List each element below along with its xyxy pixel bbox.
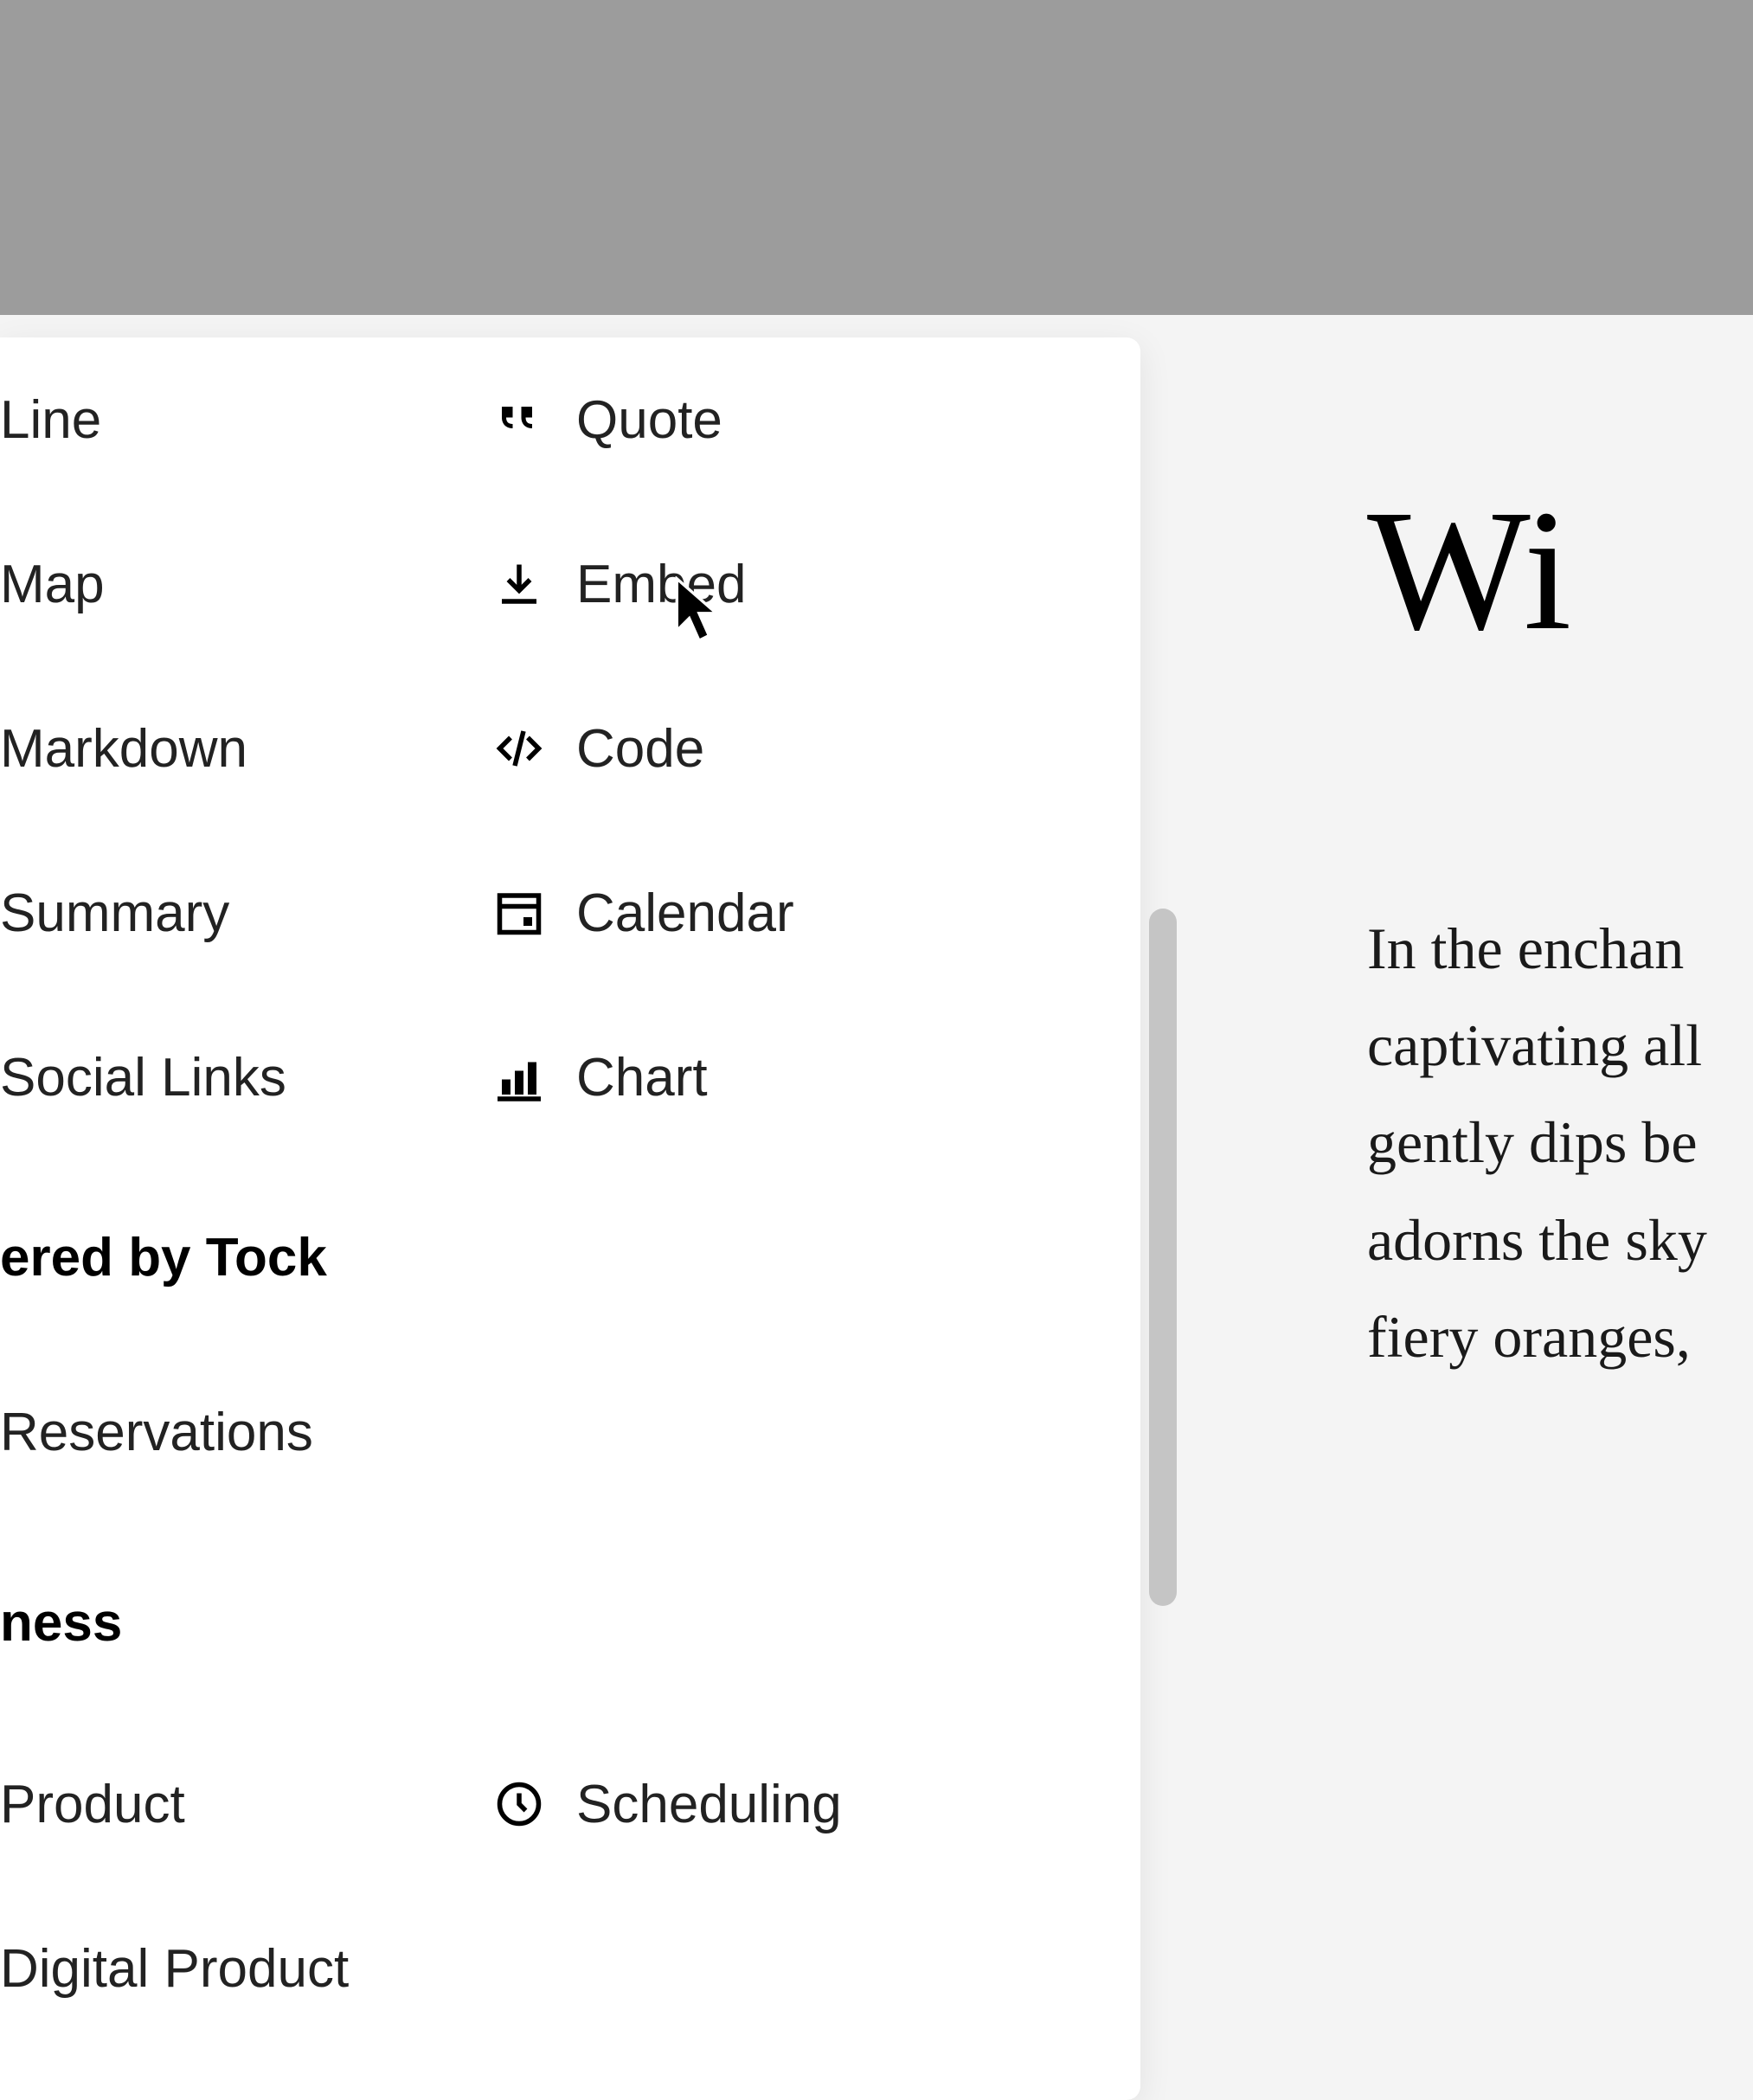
menu-item-label: Product xyxy=(0,1774,185,1835)
app-root: Line Map Markdown Summary Social Links e… xyxy=(0,0,1753,2100)
menu-item-label: Reservations xyxy=(0,1402,313,1463)
menu-item-label: Embed xyxy=(576,554,746,615)
menu-item-label: Markdown xyxy=(0,718,247,780)
code-icon xyxy=(493,722,545,774)
menu-item-summary[interactable]: Summary xyxy=(0,831,493,995)
menu-item-code[interactable]: Code xyxy=(493,666,1125,831)
menu-item-reservations[interactable]: Reservations xyxy=(0,1350,493,1514)
section-heading-tock: ered by Tock xyxy=(0,1227,327,1288)
menu-item-digital-product[interactable]: Digital Product xyxy=(0,1886,493,2051)
menu-item-label: Scheduling xyxy=(576,1774,842,1835)
menu-item-label: Line xyxy=(0,389,101,451)
section-heading-business: ness xyxy=(0,1592,122,1654)
menu-scrollbar-track[interactable] xyxy=(1149,337,1177,2100)
menu-item-label: Calendar xyxy=(576,883,794,944)
body-line: fiery oranges, xyxy=(1367,1288,1753,1385)
block-insert-menu[interactable]: Line Map Markdown Summary Social Links e… xyxy=(0,337,1140,2100)
body-line: gently dips be xyxy=(1367,1094,1753,1191)
menu-item-map[interactable]: Map xyxy=(0,502,493,666)
body-line: adorns the sky xyxy=(1367,1191,1753,1288)
quote-icon xyxy=(493,394,545,446)
menu-item-label: Chart xyxy=(576,1047,708,1108)
menu-scrollbar-thumb[interactable] xyxy=(1149,909,1177,1606)
body-line: In the enchan xyxy=(1367,900,1753,997)
menu-item-chart[interactable]: Chart xyxy=(493,995,1125,1159)
menu-item-embed[interactable]: Embed xyxy=(493,502,1125,666)
menu-item-label: Quote xyxy=(576,389,722,451)
menu-item-social-links[interactable]: Social Links xyxy=(0,995,493,1159)
menu-item-quote[interactable]: Quote xyxy=(493,337,1125,502)
menu-item-label: Digital Product xyxy=(0,1938,349,2000)
menu-item-calendar[interactable]: Calendar xyxy=(493,831,1125,995)
menu-item-label: Code xyxy=(576,718,704,780)
menu-item-label: Social Links xyxy=(0,1047,286,1108)
page-body: In the enchan captivating all gently dip… xyxy=(1367,900,1753,1385)
menu-item-line[interactable]: Line xyxy=(0,337,493,502)
menu-item-label: Map xyxy=(0,554,105,615)
window-chrome-backdrop xyxy=(0,0,1753,315)
page-preview: Wi In the enchan captivating all gently … xyxy=(1367,485,1753,1385)
body-line: captivating all xyxy=(1367,997,1753,1094)
menu-item-scheduling[interactable]: Scheduling xyxy=(493,1722,1125,1886)
download-icon xyxy=(493,558,545,610)
menu-item-markdown[interactable]: Markdown xyxy=(0,666,493,831)
menu-item-product[interactable]: Product xyxy=(0,1722,493,1886)
menu-item-label: Summary xyxy=(0,883,229,944)
calendar-icon xyxy=(493,887,545,939)
chart-icon xyxy=(493,1051,545,1103)
page-title: Wi xyxy=(1367,485,1753,658)
clock-icon xyxy=(493,1778,545,1830)
